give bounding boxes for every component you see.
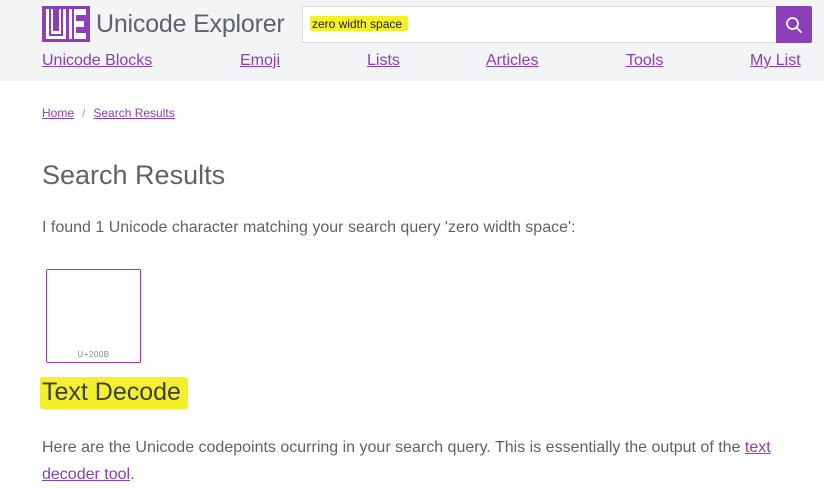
text-decode-description: Here are the Unicode codepoints ocurring… [42,434,802,488]
search-result-summary: I found 1 Unicode character matching you… [42,219,576,236]
nav-item-my-list[interactable]: My List [750,52,801,70]
logo-mark-icon [42,6,90,42]
breadcrumb-home[interactable]: Home [42,106,74,120]
nav-item-lists[interactable]: Lists [367,52,400,70]
breadcrumb: Home / Search Results [42,106,175,120]
breadcrumb-separator: / [82,106,86,120]
text-decode-description-end: . [130,466,135,483]
character-codepoint: U+200B [77,350,110,359]
search-icon [786,16,802,33]
page-title: Search Results [42,160,226,190]
character-card[interactable]: U+200B [46,269,141,363]
search-form [302,6,812,43]
search-button[interactable] [776,6,812,43]
text-decode-description-text: Here are the Unicode codepoints ocurring… [42,439,745,456]
logo-text: Unicode Explorer [96,10,285,38]
breadcrumb-search-results[interactable]: Search Results [93,106,174,120]
text-decode-heading: Text Decode [42,378,181,406]
nav-item-articles[interactable]: Articles [486,52,538,70]
nav-item-emoji[interactable]: Emoji [240,52,280,70]
nav-item-tools[interactable]: Tools [626,52,663,70]
site-header: Unicode Explorer zero width space Unicod… [0,0,824,81]
nav-item-unicode-blocks[interactable]: Unicode Blocks [42,52,152,70]
site-logo[interactable]: Unicode Explorer [42,6,285,42]
search-input[interactable] [302,6,776,43]
